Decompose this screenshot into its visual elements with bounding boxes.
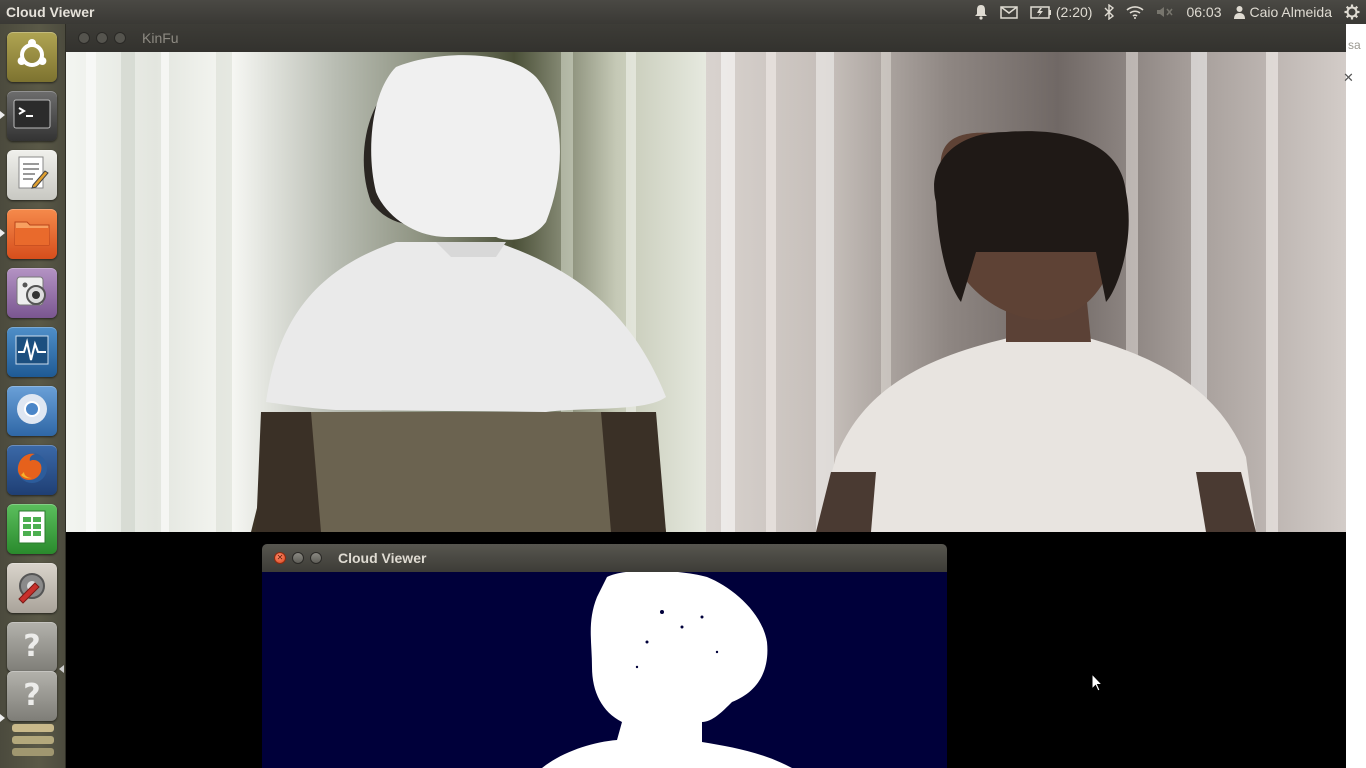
launcher-terminal[interactable]	[7, 91, 57, 141]
person-photo	[816, 131, 1256, 532]
clock[interactable]: 06:03	[1186, 0, 1221, 24]
launcher-cheese[interactable]	[7, 268, 57, 318]
launcher-firefox[interactable]	[7, 445, 57, 495]
launcher-unknown-app-2[interactable]: ?	[7, 671, 57, 721]
cloud-viewer-window: ✕ Cloud Viewer	[262, 544, 947, 768]
launcher-spreadsheet[interactable]	[7, 504, 57, 554]
spreadsheet-icon	[16, 509, 48, 550]
system-monitor-icon	[14, 334, 50, 371]
chromium-icon	[14, 391, 50, 432]
launcher: ? ?	[0, 24, 66, 768]
launcher-unknown-app-1[interactable]: ?	[7, 622, 57, 672]
launcher-text-editor[interactable]	[7, 150, 57, 200]
active-app-title: Cloud Viewer	[6, 4, 95, 20]
battery-time: (2:20)	[1055, 4, 1093, 20]
cloud-viewer-window-title: Cloud Viewer	[338, 550, 427, 566]
indicator-area: (2:20) 06:03 Caio Almeida	[974, 0, 1366, 24]
svg-text:?: ?	[23, 678, 40, 711]
kinfu-close-button[interactable]	[78, 32, 90, 44]
question-icon: ?	[17, 677, 47, 716]
user-icon	[1233, 5, 1245, 19]
settings-wrench-icon	[13, 567, 51, 610]
folder-icon	[13, 217, 51, 252]
user-name: Caio Almeida	[1249, 4, 1333, 20]
user-menu[interactable]: Caio Almeida	[1233, 0, 1333, 24]
launcher-chromium[interactable]	[7, 386, 57, 436]
background-window-partial-title: sa	[1348, 38, 1361, 52]
question-icon: ?	[17, 628, 47, 667]
kinfu-titlebar[interactable]: KinFu	[66, 24, 1346, 52]
text-editor-icon	[15, 155, 49, 196]
cloud-viewer-titlebar[interactable]: ✕ Cloud Viewer	[262, 544, 947, 572]
point-cloud-silhouette	[542, 572, 792, 768]
running-indicator	[0, 229, 5, 237]
terminal-icon	[13, 99, 51, 134]
webcam-icon	[14, 273, 50, 314]
firefox-icon	[13, 449, 51, 492]
battery-indicator[interactable]: (2:20)	[1030, 0, 1093, 24]
launcher-files[interactable]	[7, 209, 57, 259]
cloud-viewer-close-button[interactable]: ✕	[274, 552, 286, 564]
running-indicator	[59, 665, 64, 673]
cloud-viewer-maximize-button[interactable]	[310, 552, 322, 564]
bell-icon[interactable]	[974, 4, 988, 20]
kinfu-rgb-camera-view	[706, 52, 1346, 532]
running-indicator	[0, 714, 5, 722]
gear-icon[interactable]	[1344, 4, 1360, 20]
volume-muted-icon[interactable]	[1156, 5, 1174, 19]
point-cloud-canvas[interactable]	[262, 572, 947, 768]
wifi-icon[interactable]	[1126, 5, 1144, 19]
mail-icon[interactable]	[1000, 5, 1018, 19]
close-icon: ✕	[276, 553, 284, 562]
kinfu-window-title: KinFu	[142, 30, 179, 46]
cloud-viewer-minimize-button[interactable]	[292, 552, 304, 564]
close-icon[interactable]: ✕	[1343, 70, 1354, 86]
launcher-stack-more[interactable]	[12, 724, 54, 768]
launcher-system-settings[interactable]	[7, 563, 57, 613]
mouse-cursor	[1091, 672, 1104, 697]
top-panel: Cloud Viewer (2:20) 06:03 Caio Almeida	[0, 0, 1366, 24]
ubuntu-logo-icon	[15, 38, 49, 77]
battery-icon	[1030, 5, 1052, 19]
kinfu-minimize-button[interactable]	[96, 32, 108, 44]
background-window-edge	[1346, 24, 1366, 768]
kinfu-raycast-view	[66, 52, 706, 532]
kinfu-maximize-button[interactable]	[114, 32, 126, 44]
person-silhouette	[251, 55, 666, 532]
launcher-system-monitor[interactable]	[7, 327, 57, 377]
launcher-ubuntu-dash[interactable]	[7, 32, 57, 82]
svg-text:?: ?	[23, 629, 40, 662]
running-indicator	[0, 111, 5, 119]
bluetooth-icon[interactable]	[1104, 4, 1115, 20]
